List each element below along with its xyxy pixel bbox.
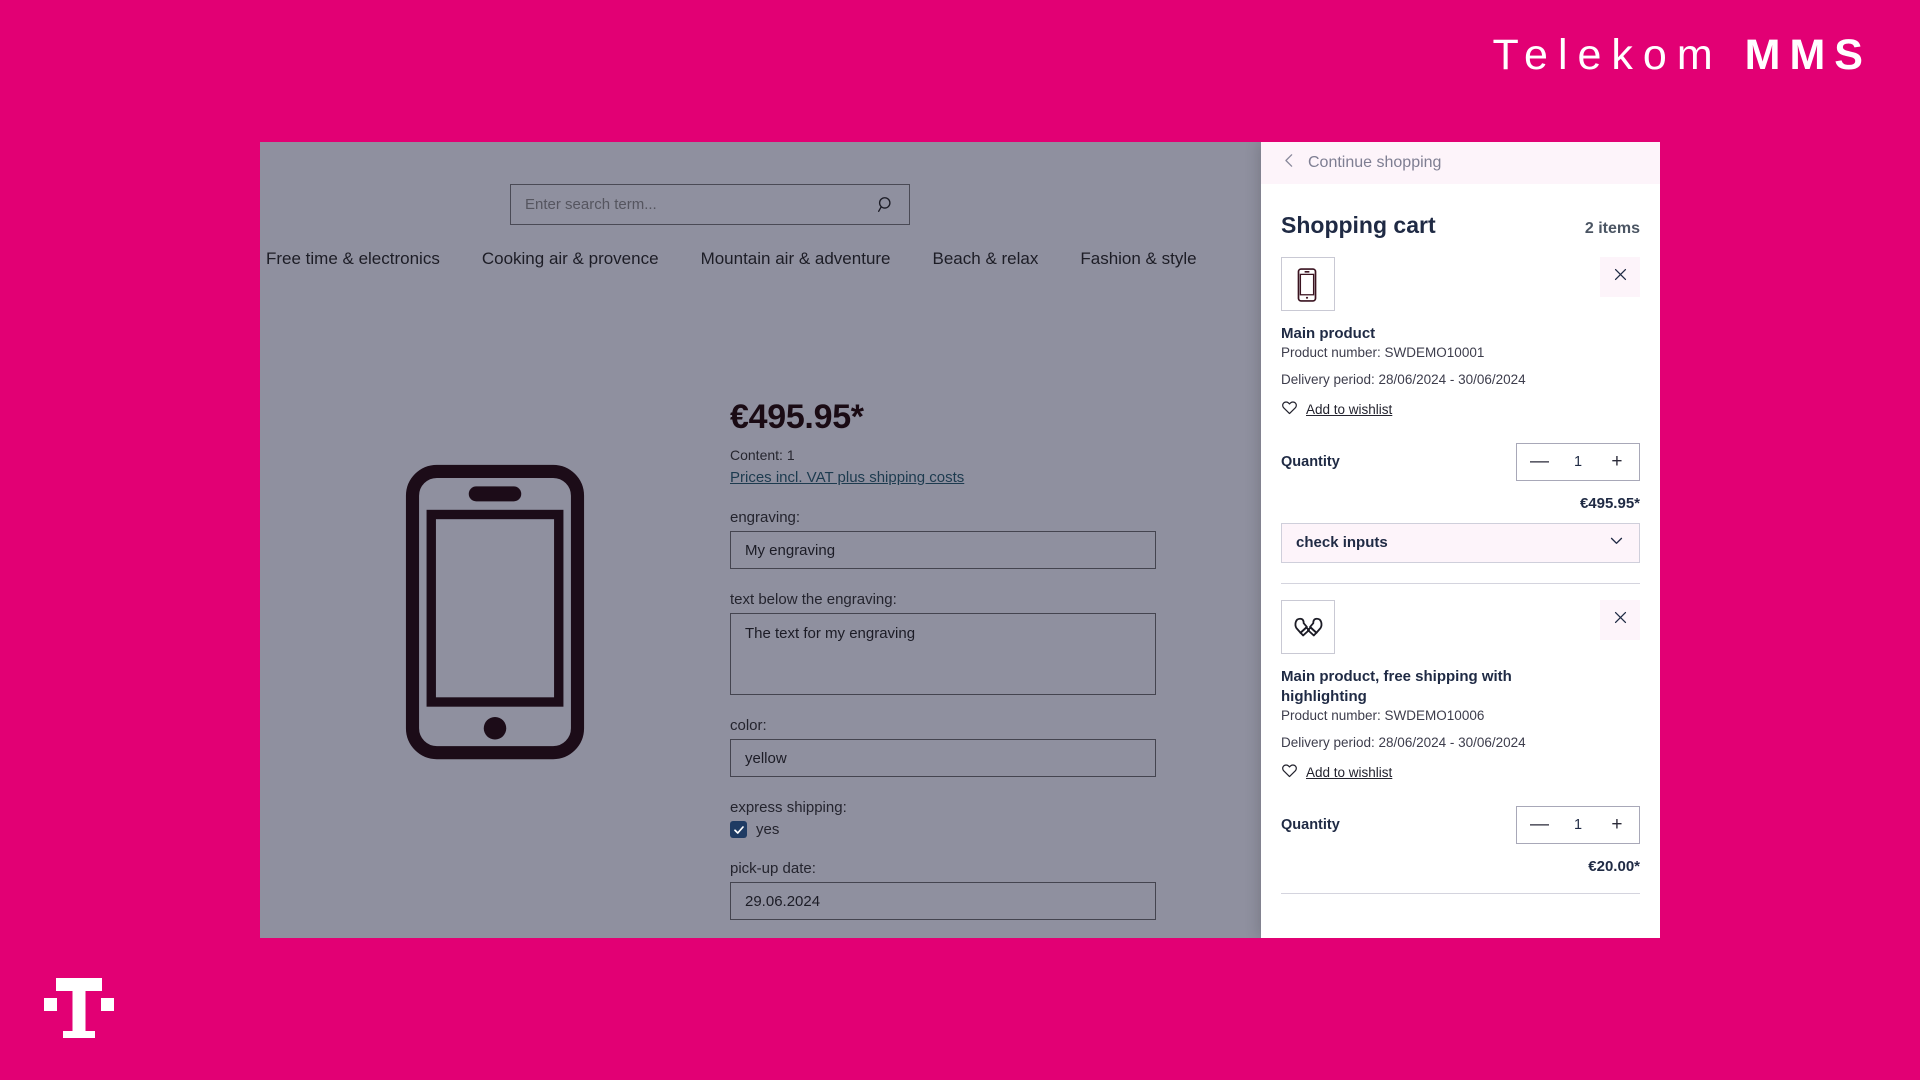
quantity-decrease-button[interactable]: — bbox=[1530, 452, 1549, 471]
brand-telekom-text: Telekom bbox=[1492, 31, 1723, 79]
close-x-icon bbox=[1612, 266, 1629, 288]
check-inputs-label: check inputs bbox=[1296, 534, 1388, 552]
close-x-icon bbox=[1612, 609, 1629, 631]
cart-item-name[interactable]: Main product, free shipping with highlig… bbox=[1281, 667, 1529, 707]
quantity-increase-button[interactable]: + bbox=[1608, 452, 1626, 471]
nav-item-mountain-air-adventure[interactable]: Mountain air & adventure bbox=[701, 245, 913, 273]
continue-shopping-label: Continue shopping bbox=[1308, 154, 1442, 171]
remove-item-button[interactable] bbox=[1600, 257, 1640, 297]
cart-header-row: Shopping cart 2 items bbox=[1281, 184, 1640, 257]
quantity-stepper[interactable]: — 1 + bbox=[1516, 805, 1640, 844]
cart-item-quantity-row: Quantity — 1 + bbox=[1281, 805, 1640, 844]
heart-outline-icon bbox=[1281, 762, 1298, 784]
browser-content-area: Enter search term... Free time & electro… bbox=[260, 142, 1660, 938]
search-icon[interactable] bbox=[875, 194, 897, 216]
add-to-wishlist-label: Add to wishlist bbox=[1306, 402, 1393, 418]
main-navigation: Free time & electronics Cooking air & pr… bbox=[260, 245, 1219, 273]
cart-item-name[interactable]: Main product bbox=[1281, 324, 1529, 344]
mittens-gloves-icon bbox=[1292, 611, 1324, 643]
text-below-engraving-textarea[interactable]: The text for my engraving bbox=[730, 613, 1156, 695]
smartphone-icon bbox=[400, 462, 590, 762]
vat-shipping-link[interactable]: Prices incl. VAT plus shipping costs bbox=[730, 469, 964, 486]
quantity-decrease-button[interactable]: — bbox=[1530, 815, 1549, 834]
nav-item-free-time-electronics[interactable]: Free time & electronics bbox=[266, 245, 462, 273]
brand-mms-text: MMS bbox=[1744, 31, 1872, 79]
continue-shopping-bar[interactable]: Continue shopping bbox=[1261, 142, 1660, 184]
quantity-stepper[interactable]: — 1 + bbox=[1516, 442, 1640, 481]
quantity-value[interactable]: 1 bbox=[1574, 817, 1582, 833]
add-to-wishlist-label: Add to wishlist bbox=[1306, 765, 1393, 781]
search-input[interactable]: Enter search term... bbox=[510, 184, 910, 225]
engraving-input[interactable]: My engraving bbox=[730, 531, 1156, 569]
cart-item-count: 2 items bbox=[1584, 220, 1640, 237]
cart-item-divider bbox=[1281, 582, 1640, 584]
search-placeholder-text: Enter search term... bbox=[525, 196, 657, 213]
nav-item-fashion-style[interactable]: Fashion & style bbox=[1080, 245, 1218, 273]
chevron-left-icon[interactable] bbox=[1281, 152, 1298, 174]
express-shipping-option-label: yes bbox=[756, 821, 780, 838]
color-input[interactable]: yellow bbox=[730, 739, 1156, 777]
quantity-label: Quantity bbox=[1281, 453, 1340, 470]
nav-item-beach-relax[interactable]: Beach & relax bbox=[933, 245, 1061, 273]
telekom-t-logo bbox=[42, 972, 116, 1044]
cart-item-product-number: Product number: SWDEMO10001 bbox=[1281, 344, 1485, 360]
cart-item-price: €20.00* bbox=[1588, 857, 1640, 875]
cart-body: Shopping cart 2 items Main product Produ… bbox=[1261, 184, 1660, 938]
chevron-down-icon[interactable] bbox=[1608, 532, 1625, 554]
cart-item-thumbnail[interactable] bbox=[1281, 599, 1335, 654]
check-inputs-select[interactable]: check inputs bbox=[1281, 522, 1640, 563]
cart-item-thumbnail[interactable] bbox=[1281, 257, 1335, 311]
smartphone-icon bbox=[1292, 268, 1324, 302]
cart-item-quantity-row: Quantity — 1 + bbox=[1281, 442, 1640, 481]
shopping-cart-offcanvas: Continue shopping Shopping cart 2 items bbox=[1261, 142, 1660, 938]
heart-outline-icon bbox=[1281, 399, 1298, 421]
cart-line-item: Main product Product number: SWDEMO10001… bbox=[1281, 257, 1640, 567]
quantity-label: Quantity bbox=[1281, 816, 1340, 833]
product-gallery bbox=[260, 302, 730, 938]
cart-line-item: Main product, free shipping with highlig… bbox=[1281, 599, 1640, 912]
cart-item-divider bbox=[1281, 892, 1640, 894]
add-to-wishlist-button[interactable]: Add to wishlist bbox=[1281, 399, 1640, 421]
cart-item-delivery-period: Delivery period: 28/06/2024 - 30/06/2024 bbox=[1281, 371, 1526, 387]
cart-item-price: €495.95* bbox=[1579, 494, 1640, 512]
remove-item-button[interactable] bbox=[1600, 599, 1640, 640]
cart-item-delivery-period: Delivery period: 28/06/2024 - 30/06/2024 bbox=[1281, 734, 1526, 750]
quantity-increase-button[interactable]: + bbox=[1608, 815, 1626, 834]
quantity-value[interactable]: 1 bbox=[1574, 454, 1582, 470]
express-shipping-checkbox[interactable] bbox=[730, 821, 747, 838]
pickup-date-input[interactable]: 29.06.2024 bbox=[730, 882, 1156, 920]
nav-item-cooking-air-provence[interactable]: Cooking air & provence bbox=[482, 245, 681, 273]
telekom-mms-wordmark: Telekom MMS bbox=[1493, 34, 1872, 77]
cart-title: Shopping cart bbox=[1281, 212, 1436, 238]
cart-item-product-number: Product number: SWDEMO10006 bbox=[1281, 707, 1485, 723]
add-to-wishlist-button[interactable]: Add to wishlist bbox=[1281, 762, 1640, 784]
